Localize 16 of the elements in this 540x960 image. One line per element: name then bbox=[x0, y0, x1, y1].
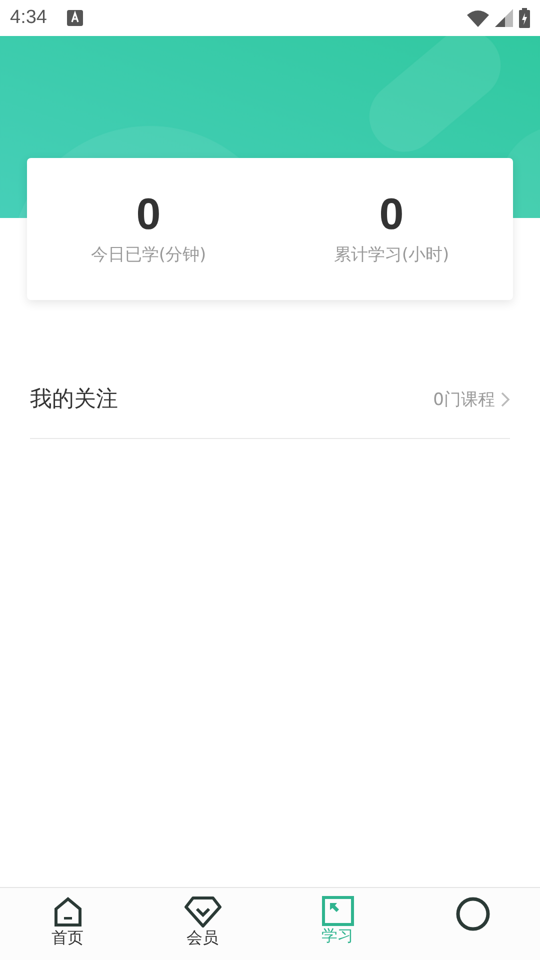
battery-icon bbox=[519, 8, 530, 28]
stat-label: 今日已学(分钟) bbox=[90, 244, 206, 266]
signal-icon bbox=[495, 9, 513, 27]
wifi-icon bbox=[467, 10, 489, 26]
nav-tab[interactable]: 首页 bbox=[0, 888, 135, 960]
stat-label: 累计学习(小时) bbox=[334, 244, 450, 266]
home-icon bbox=[52, 896, 84, 928]
keyboard-icon bbox=[66, 10, 83, 26]
diamond-icon bbox=[184, 896, 222, 928]
status-time: 4:34 bbox=[10, 7, 47, 29]
section-title: 我的关注 bbox=[30, 386, 118, 414]
stat-value: 0 bbox=[379, 192, 404, 236]
profile-icon bbox=[454, 896, 490, 932]
study-icon bbox=[322, 896, 354, 926]
stat-value: 0 bbox=[136, 192, 161, 236]
nav-tab[interactable]: 会员 bbox=[135, 888, 270, 960]
